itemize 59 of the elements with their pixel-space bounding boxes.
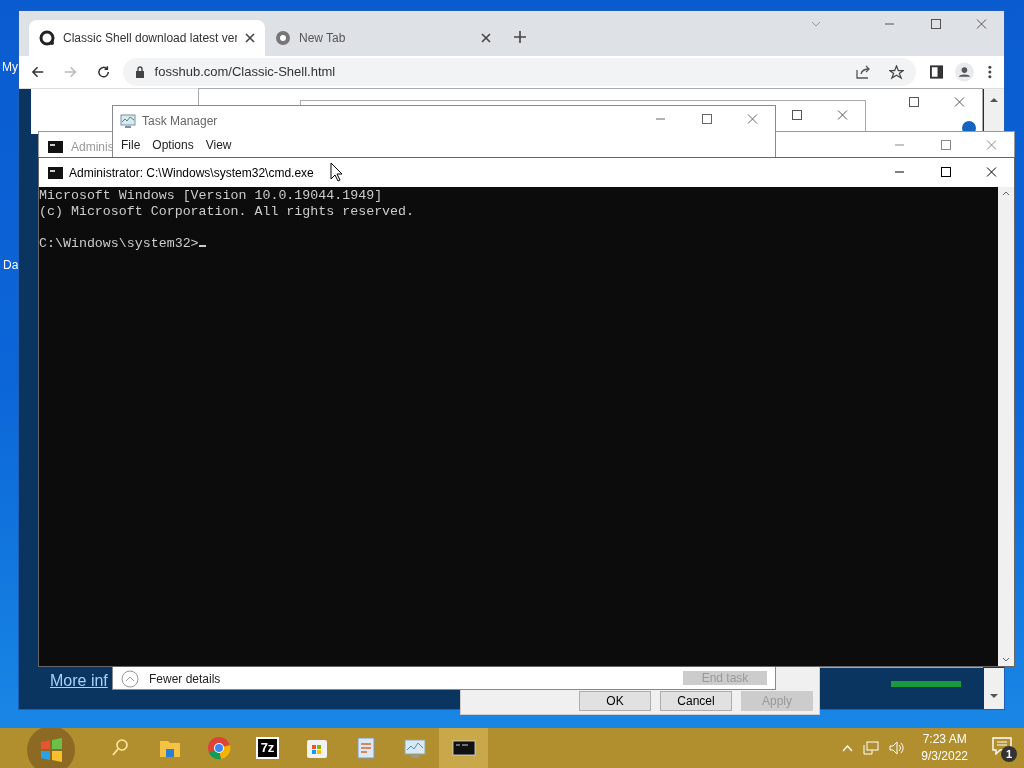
dialog-button[interactable]: OK <box>579 691 651 711</box>
globe-icon <box>275 30 291 46</box>
desktop-icon-label[interactable]: My <box>2 58 18 76</box>
desktop-icon-label[interactable]: Da <box>3 256 19 274</box>
menu-item[interactable]: View <box>199 134 238 156</box>
window-title: Adminis <box>71 139 114 156</box>
star-icon[interactable] <box>889 64 905 80</box>
maximize-icon[interactable] <box>907 97 919 107</box>
menu-item[interactable]: Options <box>146 134 200 156</box>
monitor-icon <box>120 113 136 129</box>
side-panel-icon[interactable] <box>930 65 944 79</box>
window-title: Task Manager <box>142 113 218 130</box>
text-cursor <box>198 245 206 247</box>
collapse-icon[interactable] <box>121 670 139 688</box>
site-logo-icon <box>39 30 55 46</box>
console-icon <box>48 141 63 153</box>
close-icon[interactable] <box>245 33 255 43</box>
taskbar-button[interactable] <box>439 728 488 768</box>
console-prompt: C:\Windows\system32> <box>39 236 199 251</box>
console-output[interactable]: Microsoft Windows [Version 10.0.19044.1949] (c) Microsoft Corporation. All rights reserved. C:\Windows\system32> <box>39 187 998 666</box>
new-tab-icon[interactable] <box>513 30 527 44</box>
console-icon <box>48 166 63 179</box>
menu-item[interactable]: File <box>115 134 147 156</box>
profile-icon[interactable] <box>955 62 975 82</box>
notification-count: 1 <box>1001 746 1017 762</box>
scroll-down-icon[interactable] <box>1002 657 1010 662</box>
menu-icon[interactable] <box>988 65 992 79</box>
address-bar[interactable]: fosshub.com/Classic-Shell.html <box>122 58 917 86</box>
fewer-details-link[interactable]: Fewer details <box>149 670 221 688</box>
scroll-down-button[interactable] <box>984 668 1004 709</box>
console-line: (c) Microsoft Corporation. All rights reserved. <box>39 204 415 219</box>
dialog-button[interactable]: Cancel <box>660 691 732 711</box>
reload-icon[interactable] <box>97 65 111 79</box>
scroll-up-icon[interactable] <box>1002 191 1010 196</box>
tab-title: New Tab <box>299 30 347 47</box>
chevron-down-icon[interactable] <box>811 21 821 27</box>
maximize-icon[interactable] <box>790 110 802 120</box>
share-icon[interactable] <box>855 65 872 79</box>
maximize-icon[interactable] <box>939 167 951 177</box>
console-line: Microsoft Windows [Version 10.0.19044.1949] <box>39 188 383 203</box>
network-icon[interactable] <box>863 741 880 755</box>
taskbar-button[interactable]: 7z <box>243 728 292 768</box>
browser-icon <box>205 735 232 761</box>
archiver-logo: 7z <box>255 737 280 759</box>
triangle-down-icon <box>990 694 998 699</box>
back-icon[interactable] <box>31 65 45 79</box>
close-icon[interactable] <box>481 33 491 43</box>
mouse-pointer-icon <box>330 162 343 182</box>
scrollbar[interactable] <box>998 187 1014 666</box>
more-info-link[interactable]: More inf <box>50 669 108 693</box>
forward-icon[interactable] <box>64 65 78 79</box>
chevron-up-icon[interactable] <box>842 744 854 752</box>
browser-tab[interactable]: New Tab <box>265 20 501 56</box>
progress-strip <box>891 681 961 687</box>
scroll-up-button[interactable] <box>984 89 1004 131</box>
triangle-up-icon <box>990 97 998 102</box>
window-title: Administrator: C:\Windows\system32\cmd.exe <box>69 164 314 182</box>
lock-icon <box>134 66 145 78</box>
speaker-icon[interactable] <box>889 741 906 755</box>
